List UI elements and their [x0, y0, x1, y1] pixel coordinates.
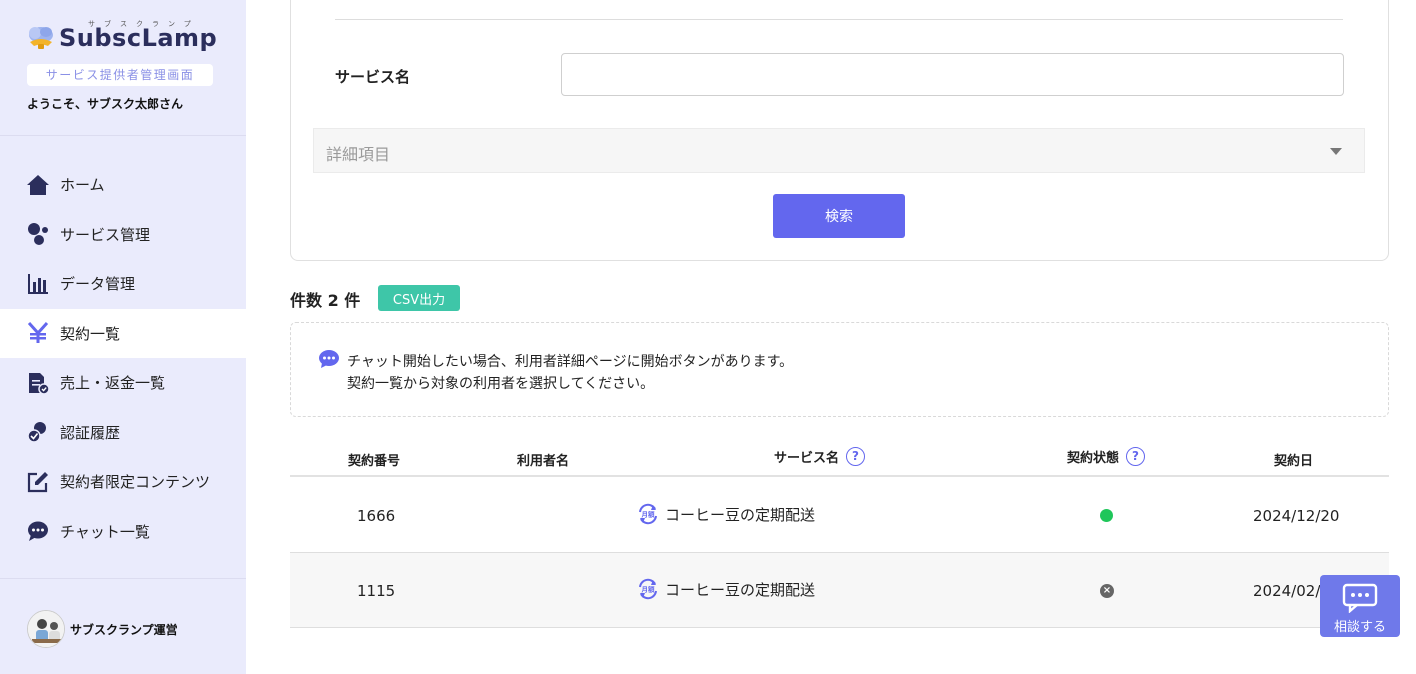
cell-date: 2024/12/20 [1253, 507, 1340, 525]
user-check-icon [26, 420, 50, 444]
header-status[interactable]: 契約状態? [1067, 447, 1146, 466]
brand-area: SubscLamp サブスクランプ サービス提供者管理画面 ようこそ、サブスク太… [0, 0, 246, 136]
header-user-name[interactable]: 利用者名 [517, 450, 569, 469]
logo-ruby: サブスクランプ [88, 20, 200, 28]
account-menu[interactable]: サブスクランプ運営 [27, 610, 178, 648]
monthly-badge-text: 月額 [641, 585, 656, 594]
cell-service-name: 月額 コーヒー豆の定期配送 [636, 502, 815, 526]
notice-text-line1: チャット開始したい場合、利用者詳細ページに開始ボタンがあります。 [347, 354, 794, 370]
sidebar-item-home[interactable]: ホーム [0, 160, 246, 210]
header-date[interactable]: 契約日 [1274, 450, 1313, 469]
service-name-text: コーヒー豆の定期配送 [665, 505, 816, 524]
sidebar-item-label: 売上・返金一覧 [60, 374, 166, 393]
avatar [27, 610, 65, 648]
details-label: 詳細項目 [326, 145, 391, 164]
monthly-subscription-icon: 月額 [639, 503, 657, 525]
chat-bubble-icon [319, 350, 339, 368]
sidebar-item-label: チャット一覧 [60, 522, 150, 541]
csv-export-button[interactable]: CSV出力 [378, 285, 460, 311]
consult-label: 相談する [1333, 620, 1386, 635]
role-badge: サービス提供者管理画面 [27, 64, 213, 86]
sidebar: SubscLamp サブスクランプ サービス提供者管理画面 ようこそ、サブスク太… [0, 0, 246, 674]
sidebar-item-sales[interactable]: 売上・返金一覧 [0, 358, 246, 408]
yen-icon [26, 321, 50, 345]
welcome-message: ようこそ、サブスク太郎さん [27, 97, 184, 111]
service-name-text: コーヒー豆の定期配送 [665, 580, 816, 599]
sidebar-item-label: データ管理 [60, 275, 136, 294]
lamp-logo-icon [29, 27, 53, 49]
help-icon[interactable]: ? [1126, 447, 1146, 466]
monthly-badge-text: 月額 [641, 510, 656, 519]
receipt-icon [26, 371, 50, 395]
home-icon [26, 173, 50, 197]
edit-icon [26, 470, 50, 494]
sidebar-item-label: 契約一覧 [60, 324, 121, 343]
cell-contract-no: 1666 [357, 507, 396, 525]
cell-contract-no: 1115 [357, 582, 396, 600]
service-name-input[interactable] [561, 53, 1344, 96]
chat-bubble-icon [1342, 583, 1378, 613]
sidebar-item-label: ホーム [60, 176, 105, 195]
header-contract-no[interactable]: 契約番号 [348, 450, 400, 469]
bar-chart-icon [26, 272, 50, 296]
sidebar-item-label: サービス管理 [60, 225, 151, 244]
details-accordion[interactable]: 詳細項目 [313, 128, 1365, 173]
header-service-name[interactable]: サービス名? [774, 447, 866, 466]
sidebar-divider [0, 578, 246, 579]
sidebar-item-label: 認証履歴 [60, 423, 121, 442]
sidebar-item-services[interactable]: サービス管理 [0, 210, 246, 260]
consult-chat-button[interactable]: 相談する [1320, 575, 1400, 637]
sidebar-item-chat[interactable]: チャット一覧 [0, 507, 246, 557]
form-divider [335, 19, 1343, 20]
logo[interactable]: SubscLamp サブスクランプ [26, 20, 217, 52]
sidebar-item-contracts[interactable]: 契約一覧 [0, 308, 246, 358]
cell-date: 2024/02/2 [1253, 582, 1330, 600]
service-name-label: サービス名 [335, 68, 411, 86]
caret-down-icon [1330, 148, 1342, 155]
search-button[interactable]: 検索 [773, 194, 905, 238]
table-row[interactable]: 1666 月額 コーヒー豆の定期配送 2024/12/20 [290, 478, 1389, 553]
sidebar-item-label: 契約者限定コンテンツ [60, 473, 211, 492]
chat-icon [26, 519, 50, 543]
status-cancelled-icon: × [1100, 584, 1114, 598]
notice-text-line2: 契約一覧から対象の利用者を選択してください。 [347, 376, 655, 392]
table-header: 契約番号 利用者名 サービス名? 契約状態? 契約日 [290, 440, 1389, 477]
status-active-indicator [1100, 509, 1113, 522]
result-count: 件数 2 件 [290, 291, 361, 310]
chat-notice: チャット開始したい場合、利用者詳細ページに開始ボタンがあります。 契約一覧から対… [290, 322, 1389, 417]
monthly-subscription-icon: 月額 [639, 578, 657, 600]
account-name: サブスクランプ運営 [70, 622, 178, 637]
table-row[interactable]: 1115 月額 コーヒー豆の定期配送 × 2024/02/2 [290, 553, 1389, 628]
services-icon [26, 222, 50, 246]
sidebar-item-auth-history[interactable]: 認証履歴 [0, 408, 246, 458]
sidebar-nav: ホーム サービス管理 データ管理 契約一覧 売上・返金一覧 認証履歴 契約者限定… [0, 160, 246, 556]
cell-service-name: 月額 コーヒー豆の定期配送 [636, 577, 815, 601]
help-icon[interactable]: ? [846, 447, 866, 466]
sidebar-item-data[interactable]: データ管理 [0, 259, 246, 309]
sidebar-item-member-content[interactable]: 契約者限定コンテンツ [0, 457, 246, 507]
